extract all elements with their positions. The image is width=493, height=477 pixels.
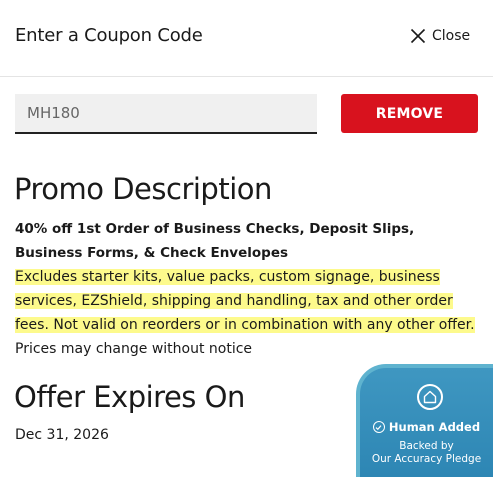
promo-offer-text: 40% off 1st Order of Business Checks, De…: [15, 221, 415, 261]
coupon-code-input[interactable]: [15, 94, 317, 134]
badge-title: Human Added: [388, 420, 481, 434]
price-change-note: Prices may change without notice: [15, 341, 253, 357]
badge-title-row: Human Added: [360, 420, 493, 434]
offer-expires-heading: Offer Expires On: [14, 380, 245, 414]
remove-coupon-button[interactable]: REMOVE: [341, 94, 478, 133]
house-icon: [417, 384, 443, 410]
close-label: Close: [432, 28, 471, 44]
modal-header: Enter a Coupon Code Close: [0, 0, 493, 77]
promo-exclusions: Excludes starter kits, value packs, cust…: [15, 265, 485, 337]
offer-expiry-date: Dec 31, 2026: [15, 427, 109, 443]
badge-subtitle: Backed by Our Accuracy Pledge: [360, 440, 493, 466]
badge-panel: Human Added Backed by Our Accuracy Pledg…: [360, 368, 493, 477]
close-icon: [410, 28, 426, 44]
close-button[interactable]: Close: [410, 26, 470, 46]
accuracy-pledge-badge[interactable]: Human Added Backed by Our Accuracy Pledg…: [356, 364, 493, 477]
check-circle-icon: [372, 421, 385, 433]
promo-description-heading: Promo Description: [14, 172, 272, 206]
badge-line-2: Our Accuracy Pledge: [371, 453, 482, 465]
modal-title: Enter a Coupon Code: [15, 25, 203, 46]
badge-line-1: Backed by: [399, 440, 454, 452]
promo-exclusions-text: Excludes starter kits, value packs, cust…: [15, 269, 475, 333]
